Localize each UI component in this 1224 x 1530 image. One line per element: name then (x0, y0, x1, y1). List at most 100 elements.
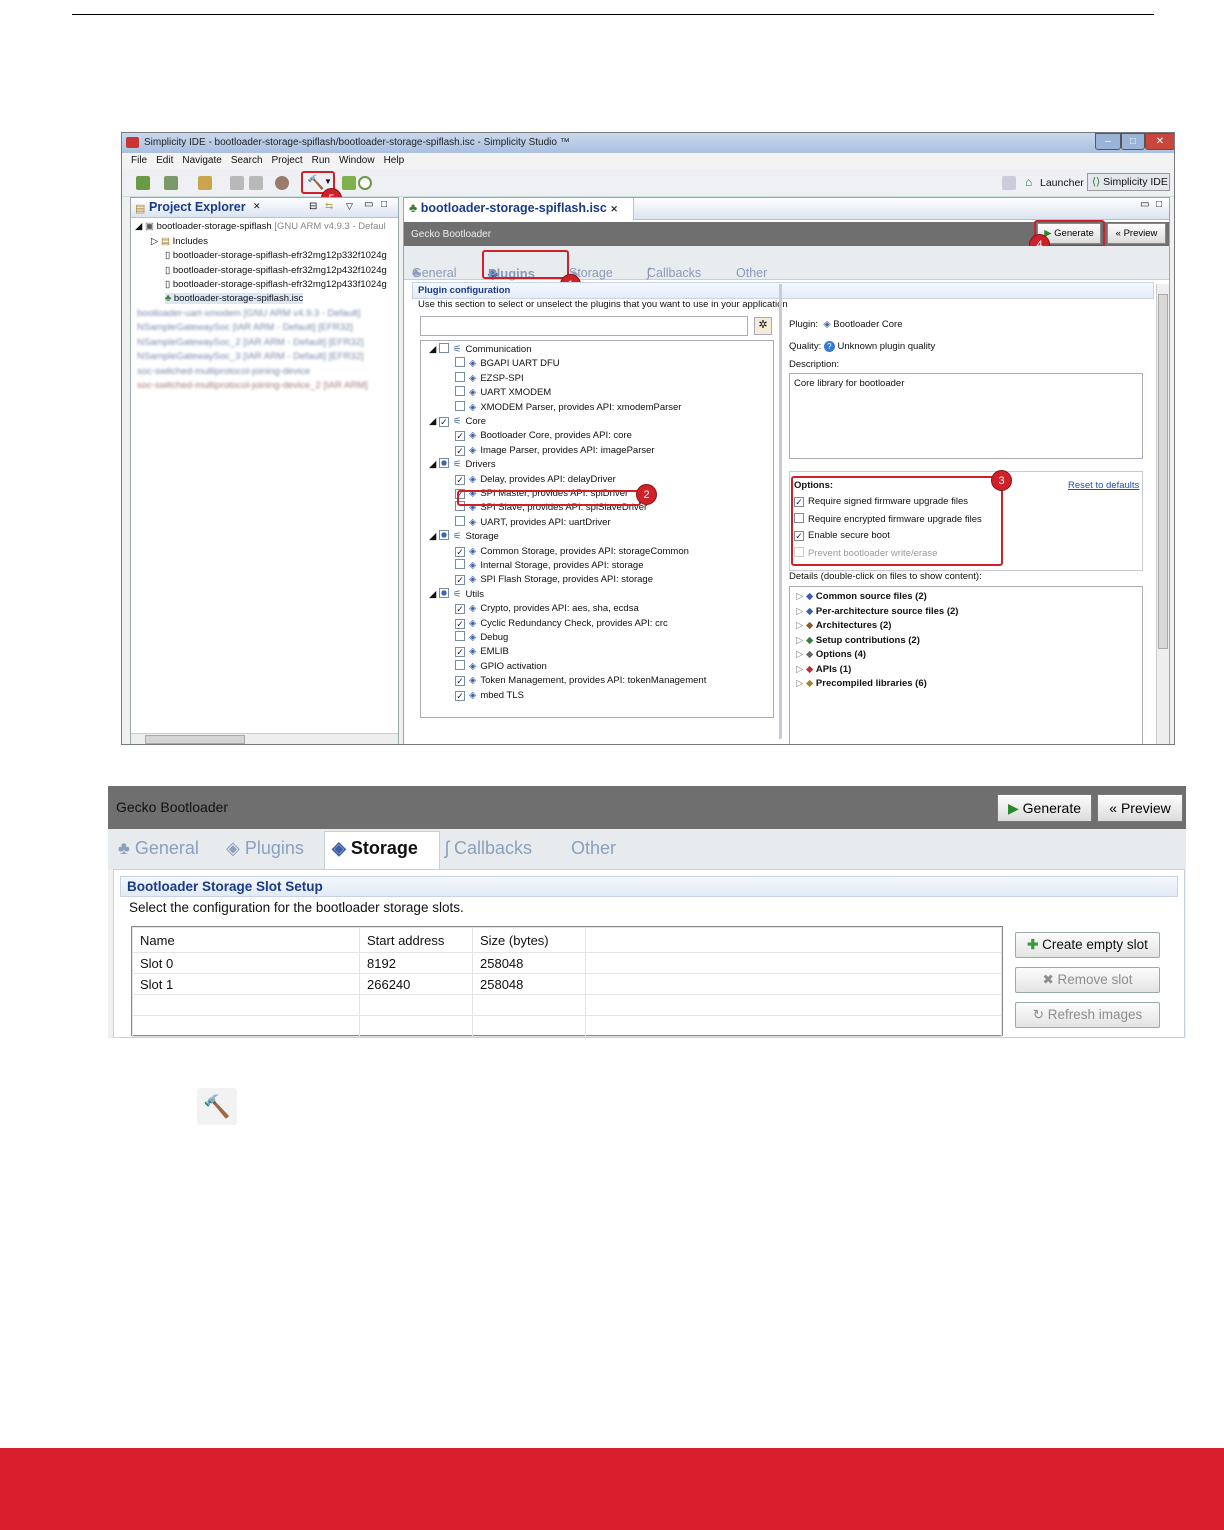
menu-help[interactable]: Help (384, 153, 405, 169)
checkbox[interactable] (455, 474, 465, 485)
link-editor-icon[interactable]: ⇆ (325, 201, 333, 212)
tab-callbacks[interactable]: ʃ Callbacks (445, 838, 532, 859)
checkbox[interactable] (455, 546, 465, 557)
checkbox[interactable] (438, 343, 449, 353)
tree-item-includes[interactable]: ▷ ▤ Includes (151, 236, 208, 247)
horizontal-scrollbar[interactable] (131, 733, 398, 744)
home-icon[interactable]: ⌂ (1025, 175, 1032, 189)
minimize-button[interactable]: – (1095, 133, 1121, 150)
filter-clear-icon[interactable]: ✲ (754, 317, 772, 335)
tree-item[interactable]: ◈EMLIB (455, 645, 509, 659)
checkbox[interactable] (455, 559, 465, 569)
preview-button[interactable]: « Preview (1097, 794, 1183, 822)
scrollbar-thumb[interactable] (1158, 294, 1168, 649)
tree-item[interactable]: ◈ UART, provides API: uartDriver (455, 515, 611, 530)
menu-search[interactable]: Search (231, 153, 263, 169)
file-group[interactable]: ▷ ◆ Options (4) (796, 648, 866, 662)
checkbox[interactable] (438, 587, 449, 598)
file-group[interactable]: ▷ ◆ APIs (1) (796, 663, 851, 677)
tree-item[interactable]: ◈SPI Flash Storage, provides API: storag… (455, 573, 653, 587)
chevron-right-icon[interactable]: ▷ (796, 635, 803, 646)
generate-button[interactable]: ▶ Generate (997, 794, 1092, 822)
tree-item[interactable]: ◈Cyclic Redundancy Check, provides API: … (455, 617, 668, 631)
build-config-icon[interactable] (136, 176, 150, 190)
expand-icon[interactable]: ◢ (429, 459, 436, 470)
tree-item[interactable]: ◈Image Parser, provides API: imageParser (455, 444, 655, 458)
debug-icon[interactable] (164, 176, 178, 190)
collapse-all-icon[interactable]: ⊟ (309, 201, 317, 212)
tree-item[interactable]: ◈ UART XMODEM (455, 386, 551, 400)
tree-item-blurred[interactable]: NSampleGatewaySoc [IAR ARM - Default] [E… (137, 322, 353, 333)
checkbox[interactable] (455, 647, 465, 658)
tree-group[interactable]: ◢ ⚟ Drivers (429, 458, 496, 472)
menu-navigate[interactable]: Navigate (182, 153, 221, 169)
chevron-right-icon[interactable]: ▷ (796, 664, 803, 675)
tree-item[interactable]: ◈ EZSP-SPI (455, 371, 524, 386)
column-header[interactable]: Name (132, 927, 360, 953)
checkbox[interactable] (455, 604, 465, 615)
column-header[interactable]: Size (bytes) (472, 927, 586, 953)
file-group[interactable]: ▷ ◆ Architectures (2) (796, 619, 891, 633)
tree-item[interactable]: ◈Delay, provides API: delayDriver (455, 473, 616, 487)
open-perspective-icon[interactable] (1002, 176, 1016, 190)
checkbox[interactable] (455, 371, 465, 382)
expand-icon[interactable]: ◢ (429, 531, 436, 542)
settings-icon[interactable] (275, 176, 289, 190)
chevron-right-icon[interactable]: ▷ (796, 620, 803, 631)
hammer-icon[interactable]: 🔨 (307, 174, 324, 191)
maximize-button[interactable]: □ (1121, 133, 1145, 150)
chevron-right-icon[interactable]: ▷ (796, 591, 803, 602)
description-box[interactable]: Core library for bootloader (789, 373, 1143, 459)
checkbox[interactable] (455, 690, 465, 701)
save-all-icon[interactable] (249, 176, 263, 190)
checkbox[interactable] (455, 400, 465, 411)
plugin-filter-input[interactable] (420, 316, 748, 336)
tab-plugins[interactable]: ◈ Plugins (226, 838, 304, 859)
close-button[interactable]: ✕ (1145, 133, 1174, 150)
expand-icon[interactable]: ◢ (429, 589, 436, 600)
tree-item-blurred[interactable]: bootloader-uart-xmodem [GNU ARM v4.9.3 -… (137, 308, 360, 319)
checkbox[interactable] (455, 445, 465, 456)
tab-storage[interactable]: ◈ Storage (332, 838, 418, 859)
checkbox[interactable] (455, 431, 465, 442)
tree-item[interactable]: ◈ GPIO activation (455, 659, 547, 674)
tab-other[interactable]: Other (571, 838, 616, 859)
maximize-view-icon[interactable]: □ (1156, 199, 1162, 210)
tab-general[interactable]: ♣ General (118, 838, 199, 859)
flash-icon[interactable] (342, 176, 356, 190)
table-row[interactable]: Slot 0 8192 258048 (132, 952, 1002, 974)
menu-run[interactable]: Run (312, 153, 330, 169)
menu-project[interactable]: Project (272, 153, 303, 169)
tree-item[interactable]: ◈Token Management, provides API: tokenMa… (455, 674, 706, 688)
chevron-right-icon[interactable]: ▷ (796, 649, 803, 660)
checkbox[interactable] (455, 575, 465, 586)
file-group[interactable]: ▷ ◆ Setup contributions (2) (796, 634, 920, 648)
tree-item-blurred[interactable]: soc-switched-multiprotocol-joining-devic… (137, 380, 368, 391)
chevron-right-icon[interactable]: ▷ (796, 606, 803, 617)
tree-item[interactable]: ◈ XMODEM Parser, provides API: xmodemPars… (455, 400, 681, 415)
minimize-view-icon[interactable]: ▭ (1140, 199, 1149, 210)
tree-item[interactable]: ◈Bootloader Core, provides API: core (455, 429, 632, 443)
project-explorer-title[interactable]: Project Explorer (149, 200, 246, 214)
checkbox[interactable] (455, 386, 465, 397)
tree-item[interactable]: ◈ BGAPI UART DFU (455, 357, 560, 371)
chevron-right-icon[interactable]: ▷ (796, 678, 803, 689)
menu-file[interactable]: File (131, 153, 147, 169)
tree-root[interactable]: ◢ ▣ bootloader-storage-spiflash [GNU ARM… (135, 221, 386, 232)
save-icon[interactable] (230, 176, 244, 190)
checkbox[interactable] (438, 458, 449, 469)
menu-window[interactable]: Window (339, 153, 375, 169)
close-tab-icon[interactable]: ✕ (610, 204, 618, 214)
expand-icon[interactable]: ◢ (429, 344, 436, 355)
editor-tab[interactable]: ♣ bootloader-storage-spiflash.isc ✕ (404, 198, 634, 220)
checkbox[interactable] (455, 631, 465, 641)
tree-item-file[interactable]: ▯ bootloader-storage-spiflash-efr32mg12p… (165, 265, 387, 276)
file-group[interactable]: ▷ ◆ Precompiled libraries (6) (796, 677, 927, 691)
tree-item[interactable]: ◈ Internal Storage, provides API: storage (455, 559, 644, 573)
tree-item-isc[interactable]: ♣ bootloader-storage-spiflash.isc (165, 293, 304, 304)
tree-group[interactable]: ◢ ⚟Core (429, 415, 486, 429)
new-icon[interactable] (198, 176, 212, 190)
checkbox[interactable] (438, 530, 449, 541)
column-header[interactable]: Start address (359, 927, 473, 953)
tree-group[interactable]: ◢ ⚟ Storage (429, 530, 499, 544)
